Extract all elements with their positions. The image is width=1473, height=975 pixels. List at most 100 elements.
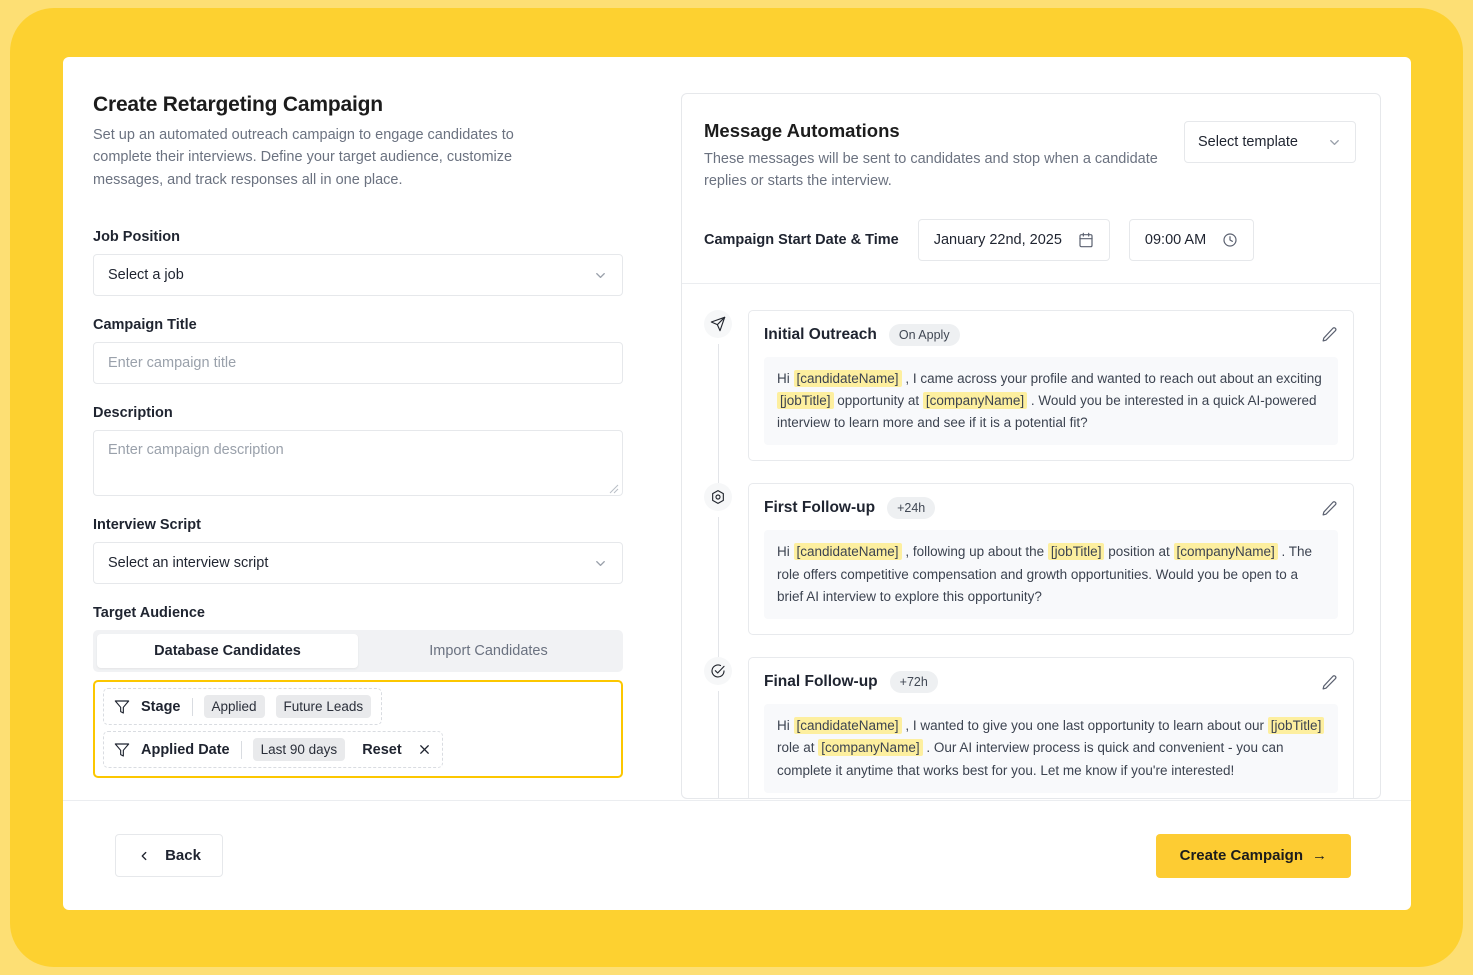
- message-badge: +72h: [889, 671, 938, 694]
- timeline-connector: [717, 343, 719, 484]
- message-variable-token: [companyName]: [818, 739, 923, 757]
- message-item: Initial Outreach On Apply Hi [candidateN…: [704, 309, 1354, 484]
- app-window: Create Retargeting Campaign Set up an au…: [63, 57, 1411, 910]
- message-variable-token: [jobTitle]: [1047, 543, 1105, 561]
- message-variable-token: [candidateName]: [793, 717, 902, 735]
- interview-script-value: Select an interview script: [108, 555, 269, 572]
- interview-script-label: Interview Script: [93, 517, 201, 534]
- campaign-schedule-row: Campaign Start Date & Time January 22nd,…: [704, 218, 1356, 261]
- window-body: Create Retargeting Campaign Set up an au…: [63, 57, 1411, 800]
- template-select-value: Select template: [1198, 134, 1298, 150]
- clock-icon: [1222, 232, 1238, 248]
- chevron-left-icon: [137, 849, 151, 863]
- target-audience-label: Target Audience: [93, 605, 205, 622]
- message-title: First Follow-up: [764, 499, 876, 517]
- filter-reset-button[interactable]: Reset: [362, 742, 402, 758]
- template-select[interactable]: Select template: [1184, 121, 1356, 163]
- edit-pencil-icon[interactable]: [1321, 500, 1338, 517]
- message-body: Hi [candidateName] , I came across your …: [764, 356, 1338, 446]
- check-circle-icon: [704, 657, 732, 686]
- message-badge: On Apply: [888, 323, 960, 346]
- message-item: Final Follow-up +72h Hi [candidateName] …: [704, 657, 1354, 798]
- edit-pencil-icon[interactable]: [1321, 326, 1338, 343]
- panel-subtitle: These messages will be sent to candidate…: [704, 151, 1158, 189]
- tab-import-candidates[interactable]: Import Candidates: [358, 634, 619, 668]
- message-title: Initial Outreach: [764, 325, 877, 343]
- campaign-form-column: Create Retargeting Campaign Set up an au…: [93, 93, 653, 800]
- job-position-select[interactable]: Select a job: [93, 254, 623, 297]
- close-icon[interactable]: [417, 742, 432, 757]
- back-button-label: Back: [165, 847, 201, 864]
- timeline-connector: [717, 691, 719, 798]
- page-title: Create Retargeting Campaign: [93, 93, 383, 116]
- campaign-title-label: Campaign Title: [93, 317, 197, 334]
- create-campaign-button[interactable]: Create Campaign →: [1155, 833, 1351, 878]
- campaign-start-time-picker[interactable]: 09:00 AM: [1128, 218, 1255, 261]
- create-campaign-label: Create Campaign: [1179, 847, 1303, 864]
- divider: [191, 697, 193, 716]
- filters-panel: Stage Applied Future Leads Applied Date …: [93, 680, 623, 779]
- description-textarea[interactable]: Enter campaign description: [93, 430, 623, 497]
- interview-script-field: Interview Script Select an interview scr…: [93, 517, 653, 585]
- message-body: Hi [candidateName] , I wanted to give yo…: [764, 704, 1338, 793]
- settings-hex-icon: [704, 483, 732, 512]
- calendar-icon: [1078, 232, 1094, 248]
- timeline-rail: [704, 483, 732, 658]
- campaign-title-placeholder: Enter campaign title: [108, 355, 237, 372]
- divider: [240, 740, 242, 759]
- message-card-final-follow-up[interactable]: Final Follow-up +72h Hi [candidateName] …: [748, 657, 1354, 798]
- filter-name-stage: Stage: [141, 698, 181, 715]
- campaign-start-date-picker[interactable]: January 22nd, 2025: [917, 218, 1110, 261]
- filter-row-applied-date[interactable]: Applied Date Last 90 days Reset: [103, 731, 443, 769]
- timeline-connector: [717, 517, 719, 658]
- target-audience-field: Target Audience Database Candidates Impo…: [93, 605, 653, 779]
- timeline-rail: [704, 309, 732, 484]
- tab-database-candidates[interactable]: Database Candidates: [97, 634, 358, 669]
- message-variable-token: [companyName]: [1173, 543, 1278, 561]
- campaign-title-field: Campaign Title Enter campaign title: [93, 317, 653, 385]
- filter-chip-future-leads[interactable]: Future Leads: [275, 695, 372, 719]
- job-position-label: Job Position: [93, 229, 180, 246]
- chevron-down-icon: [593, 556, 608, 571]
- description-label: Description: [93, 405, 173, 422]
- filter-name-applied-date: Applied Date: [141, 741, 230, 758]
- message-variable-token: [candidateName]: [793, 369, 902, 387]
- message-variable-token: [companyName]: [922, 391, 1028, 409]
- message-card-initial-outreach[interactable]: Initial Outreach On Apply Hi [candidateN…: [748, 309, 1354, 462]
- interview-script-select[interactable]: Select an interview script: [93, 542, 623, 585]
- message-variable-token: [jobTitle]: [1267, 717, 1325, 735]
- message-automations-panel: Message Automations These messages will …: [681, 93, 1381, 799]
- message-card-first-follow-up[interactable]: First Follow-up +24h Hi [candidateName] …: [748, 483, 1354, 636]
- campaign-start-time-value: 09:00 AM: [1144, 231, 1207, 248]
- message-body: Hi [candidateName] , following up about …: [764, 530, 1338, 620]
- funnel-icon: [114, 742, 130, 758]
- message-badge: +24h: [887, 497, 936, 520]
- edit-pencil-icon[interactable]: [1321, 674, 1338, 691]
- send-icon: [704, 309, 732, 338]
- chevron-down-icon: [593, 268, 608, 283]
- message-item: First Follow-up +24h Hi [candidateName] …: [704, 483, 1354, 658]
- panel-title: Message Automations: [704, 120, 900, 141]
- chevron-down-icon: [1327, 135, 1342, 150]
- job-position-field: Job Position Select a job: [93, 229, 653, 297]
- campaign-start-date-value: January 22nd, 2025: [933, 231, 1062, 248]
- message-variable-token: [jobTitle]: [777, 391, 834, 409]
- timeline-rail: [704, 657, 732, 798]
- description-field: Description Enter campaign description: [93, 405, 653, 497]
- message-title: Final Follow-up: [764, 673, 878, 691]
- campaign-title-input[interactable]: Enter campaign title: [93, 342, 623, 385]
- arrow-right-icon: →: [1312, 847, 1327, 864]
- resize-grip-icon[interactable]: [609, 482, 619, 494]
- filter-chip-applied[interactable]: Applied: [203, 695, 265, 719]
- message-variable-token: [candidateName]: [793, 543, 902, 561]
- target-audience-tabs: Database Candidates Import Candidates: [93, 630, 623, 673]
- filter-chip-last-90-days[interactable]: Last 90 days: [252, 738, 346, 762]
- wizard-footer: Back Create Campaign →: [63, 800, 1411, 910]
- description-placeholder: Enter campaign description: [108, 442, 284, 459]
- funnel-icon: [114, 699, 130, 715]
- campaign-schedule-label: Campaign Start Date & Time: [704, 231, 899, 248]
- page-subtitle: Set up an automated outreach campaign to…: [93, 127, 514, 188]
- filter-row-stage[interactable]: Stage Applied Future Leads: [103, 688, 383, 726]
- message-timeline: Initial Outreach On Apply Hi [candidateN…: [682, 284, 1380, 798]
- back-button[interactable]: Back: [115, 834, 223, 877]
